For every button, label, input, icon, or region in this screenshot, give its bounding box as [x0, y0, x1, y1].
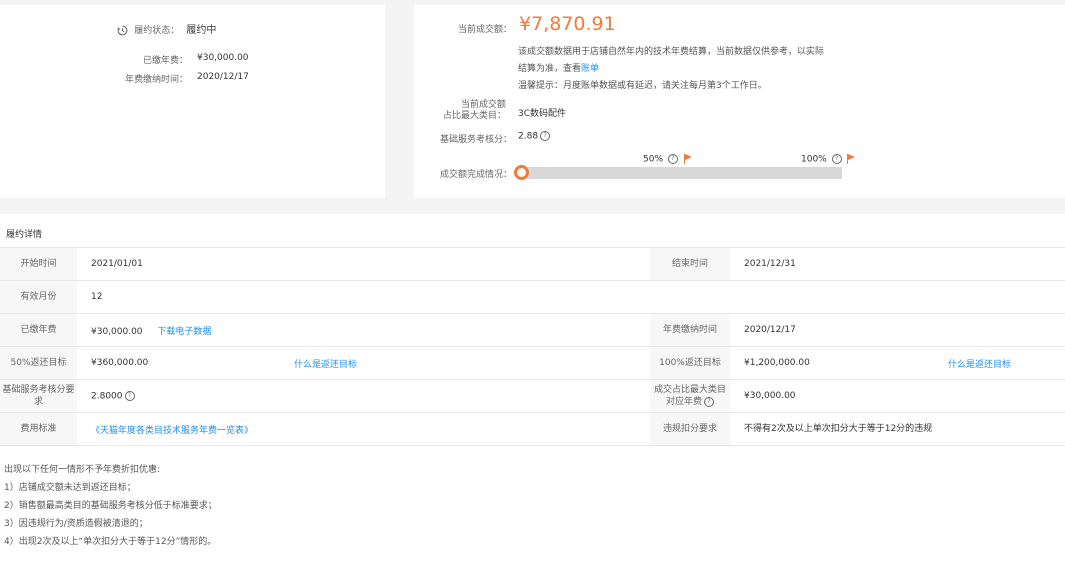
progress-knob [514, 165, 529, 180]
pay-time-row: 年费缴纳时间： [0, 72, 188, 85]
download-data-link[interactable]: 下载电子数据 [157, 327, 211, 337]
note-line: 1）店铺成交额未达到返还目标； [4, 483, 136, 493]
end-time-label: 结束时间 [650, 247, 730, 281]
start-time-label: 开始时间 [0, 247, 77, 281]
top-category-label: 当前成交额 占比最大类目： [414, 100, 506, 122]
help-icon[interactable]: ? [704, 396, 714, 407]
table-row: 费用标准 《天猫年度各类目技术服务年费一览表》 违规扣分要求 不得有2次及以上单… [0, 412, 1065, 446]
delay-tip: 温馨提示：月度账单数据或有延迟，请关注每月第3个工作日。 [518, 81, 767, 91]
pay-time-label: 年费缴纳时间： [124, 75, 188, 85]
fulfillment-detail-section: 履约详情 开始时间 2021/01/01 结束时间 2021/12/31 有效月… [0, 214, 1065, 566]
table-row: 已缴年费 ¥30,000.00 下载电子数据 年费缴纳时间 2020/12/17 [0, 313, 1065, 347]
return-50-label: 50%返还目标 [0, 346, 77, 380]
help-icon[interactable]: ? [540, 131, 551, 141]
flag-icon [683, 154, 692, 164]
category-fee-label: 成交占比最大类目对应年费? [650, 379, 730, 413]
amount-label: 当前成交额： [457, 25, 512, 35]
service-score-value: 2.88 [518, 131, 539, 142]
top-category-label-line-2: 占比最大类目： [442, 111, 506, 121]
description-line-2: 结算为准，查看账单 [518, 61, 824, 78]
score-requirement-value: 2.8000 [91, 391, 123, 402]
fee-standard-link[interactable]: 《天猫年度各类目技术服务年费一览表》 [91, 426, 253, 436]
marker-50: 50% ? [643, 154, 692, 165]
category-fee-label-text: 成交占比最大类目对应年费 [653, 385, 726, 407]
amount-description: 该成交额数据用于店铺自然年内的技术年费结算，当前数据仅供参考，以实际 结算为准，… [518, 44, 824, 95]
status-value: 履约中 [186, 25, 217, 36]
paid-fee-value: ¥30,000.00 [91, 326, 143, 337]
detail-table: 开始时间 2021/01/01 结束时间 2021/12/31 有效月份 12 … [0, 247, 1065, 446]
score-requirement-cell: 2.8000? [77, 379, 650, 413]
note-line: 2）销售额最高类目的基础服务考核分低于标准要求； [4, 501, 217, 511]
score-requirement-label: 基础服务考核分要求 [0, 379, 77, 413]
description-line-1: 该成交额数据用于店铺自然年内的技术年费结算，当前数据仅供参考，以实际 [518, 47, 825, 57]
progress-label: 成交额完成情况： [439, 170, 512, 180]
amount-value: ¥7,870.91 [519, 13, 616, 35]
fulfillment-status-card: 履约状态： 履约中 已缴年费： ¥30,000.00 年费缴纳时间： 2020/… [0, 5, 385, 198]
paid-fee-label: 已缴年费： [142, 56, 188, 66]
detail-title: 履约详情 [6, 230, 43, 240]
pay-time-label: 年费缴纳时间 [650, 313, 730, 347]
fee-standard-cell: 《天猫年度各类目技术服务年费一览表》 [77, 412, 650, 446]
return-50-value: ¥360,000.00 [77, 346, 294, 380]
marker-100-label: 100% [801, 154, 827, 165]
note-line: 3）因违规行为/资质造假被清退的； [4, 519, 148, 529]
note-line: 4）出现2次及以上“单次扣分大于等于12分”情形的。 [4, 537, 217, 547]
help-icon[interactable]: ? [831, 154, 842, 164]
end-time-value: 2021/12/31 [730, 247, 1065, 281]
fee-standard-label: 费用标准 [0, 412, 77, 446]
valid-months-label: 有效月份 [0, 280, 77, 314]
pay-time-value: 2020/12/17 [197, 72, 249, 82]
return-100-value: ¥1,200,000.00 [730, 346, 948, 380]
status-label: 履约状态： [134, 26, 180, 36]
pay-time-value: 2020/12/17 [730, 313, 1065, 347]
top-category-value: 3C数码配件 [518, 109, 567, 119]
return-100-label: 100%返还目标 [650, 346, 730, 380]
paid-fee-value: ¥30,000.00 [197, 53, 249, 63]
paid-fee-label: 已缴年费 [0, 313, 77, 347]
progress-bar-track [518, 167, 842, 179]
flag-icon [847, 154, 856, 164]
paid-fee-row: 已缴年费： [0, 53, 188, 66]
status-row: 履约状态： 履约中 [117, 21, 216, 36]
help-icon[interactable]: ? [667, 154, 678, 164]
service-score: 2.88? [518, 131, 551, 142]
start-time-value: 2021/01/01 [77, 247, 650, 281]
what-is-return-target-link[interactable]: 什么是返还目标 [294, 360, 357, 370]
return-100-link-cell: 什么是返还目标 [948, 346, 1065, 380]
paid-fee-cell: ¥30,000.00 下载电子数据 [77, 313, 650, 347]
category-fee-value: ¥30,000.00 [730, 379, 1065, 413]
top-category-label-line-1: 当前成交额 [460, 100, 506, 110]
description-line-2-text: 结算为准，查看 [518, 64, 582, 74]
return-50-link-cell: 什么是返还目标 [294, 346, 650, 380]
violation-requirement-text: 不得有2次及以上单次扣分大于等于12分的违规 [744, 424, 933, 434]
what-is-return-target-link[interactable]: 什么是返还目标 [948, 360, 1011, 370]
table-row: 基础服务考核分要求 2.8000? 成交占比最大类目对应年费? ¥30,000.… [0, 379, 1065, 413]
note-line: 出现以下任何一情形不予年费折扣优惠: [4, 465, 161, 475]
bill-link[interactable]: 账单 [581, 64, 599, 74]
table-row: 50%返还目标 ¥360,000.00 什么是返还目标 100%返还目标 ¥1,… [0, 346, 1065, 380]
marker-100: 100% ? [801, 154, 856, 165]
violation-requirement-label: 违规扣分要求 [650, 412, 730, 446]
marker-50-label: 50% [643, 154, 664, 165]
help-icon[interactable]: ? [124, 390, 135, 401]
valid-months-value: 12 [77, 280, 1065, 314]
discount-exclusion-notes: 出现以下任何一情形不予年费折扣优惠: 1）店铺成交额未达到返还目标； 2）销售额… [4, 461, 217, 551]
violation-requirement-value: 不得有2次及以上单次扣分大于等于12分的违规 [730, 412, 1065, 446]
service-score-label: 基础服务考核分： [439, 135, 512, 145]
table-row: 开始时间 2021/01/01 结束时间 2021/12/31 [0, 247, 1065, 281]
table-row: 有效月份 12 [0, 280, 1065, 314]
clock-history-icon [117, 25, 128, 35]
